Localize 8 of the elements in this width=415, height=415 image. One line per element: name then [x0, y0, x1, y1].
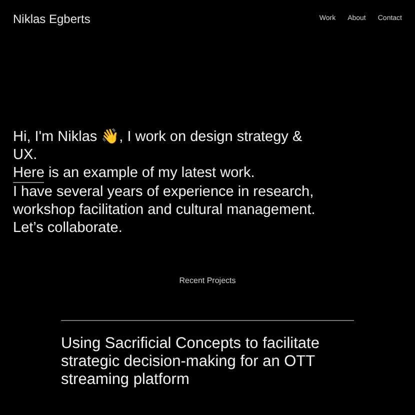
example-link[interactable]: Here [13, 164, 44, 183]
intro-text: is an example of my latest work. [48, 164, 255, 183]
intro-text: Hi, I'm Niklas 👋, I work on design strategy & UX. [13, 128, 304, 164]
section-heading: Recent Projects [179, 275, 236, 287]
intro-text: Let’s collaborate. [13, 219, 124, 237]
intro-text: I have several years of experience in research, workshop facilitation and cultural management. [13, 183, 316, 219]
site-name[interactable]: Niklas Egberts [13, 10, 90, 28]
project-title[interactable]: Using Sacrificial Concepts to facilitate strategic decision-making for an OTT streaming platform [61, 321, 346, 389]
